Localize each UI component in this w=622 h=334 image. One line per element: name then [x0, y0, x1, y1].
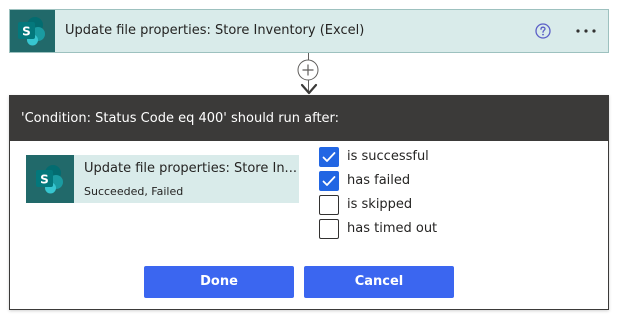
cancel-button[interactable]: Cancel: [304, 266, 454, 298]
action-card[interactable]: S Update file properties: Store Inventor…: [9, 9, 609, 53]
option-label: is skipped: [347, 197, 413, 212]
sharepoint-tile: S: [10, 10, 55, 52]
checkbox-has-timed-out[interactable]: [319, 219, 339, 239]
dialog-title: 'Condition: Status Code eq 400' should r…: [21, 111, 340, 126]
svg-text:S: S: [22, 25, 31, 39]
checkbox-is-skipped[interactable]: [319, 195, 339, 215]
previous-action-card: S Update file properties: Store In... Su…: [26, 155, 299, 203]
checkbox-is-successful[interactable]: [319, 147, 339, 167]
help-circle-icon[interactable]: [535, 23, 551, 39]
plus-circle-icon[interactable]: [297, 59, 319, 81]
sharepoint-icon: S: [18, 17, 45, 46]
checkmark-icon: [322, 152, 336, 162]
action-title: Update file properties: Store Inventory …: [65, 23, 365, 38]
option-label: has timed out: [347, 221, 438, 236]
sharepoint-icon: S: [36, 165, 63, 194]
checkmark-icon: [322, 176, 336, 186]
more-ellipsis-icon[interactable]: [574, 22, 598, 40]
arrow-down-icon: [300, 83, 318, 95]
svg-text:S: S: [40, 173, 49, 187]
dialog-header: 'Condition: Status Code eq 400' should r…: [10, 96, 608, 141]
run-after-dialog: 'Condition: Status Code eq 400' should r…: [9, 95, 609, 310]
previous-action-status: Succeeded, Failed: [84, 185, 184, 198]
checkbox-has-failed[interactable]: [319, 171, 339, 191]
done-button[interactable]: Done: [144, 266, 294, 298]
option-label: has failed: [347, 173, 411, 188]
option-label: is successful: [347, 149, 429, 164]
previous-action-name: Update file properties: Store In...: [84, 161, 297, 176]
sharepoint-tile: S: [26, 155, 74, 203]
